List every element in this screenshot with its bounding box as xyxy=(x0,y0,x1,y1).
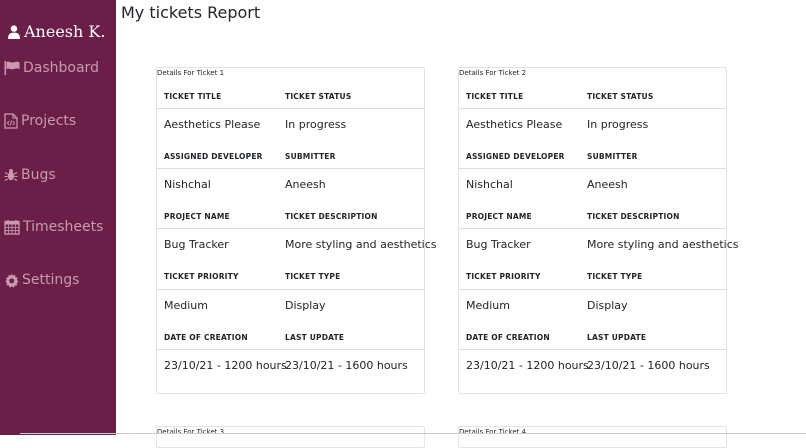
label-last-update: LAST UPDATE xyxy=(587,333,647,342)
ticket-card-1: Details For Ticket 1 TICKET TITLE TICKET… xyxy=(156,67,437,394)
assigned-developer-value: Nishchal xyxy=(164,178,211,191)
sidebar-item-timesheets[interactable]: Timesheets xyxy=(4,219,103,235)
ticket-type-value: Display xyxy=(587,299,628,312)
label-ticket-status: TICKET STATUS xyxy=(587,92,654,101)
label-ticket-priority: TICKET PRIORITY xyxy=(164,272,239,281)
page-title: My tickets Report xyxy=(121,3,261,22)
user-profile[interactable]: Aneesh K. xyxy=(8,22,105,41)
date-of-creation-value: 23/10/21 - 1200 hours xyxy=(164,359,287,372)
last-update-value: 23/10/21 - 1600 hours xyxy=(587,359,710,372)
ticket-description-value: More styling and aesthetics xyxy=(285,238,437,251)
label-ticket-description: TICKET DESCRIPTION xyxy=(587,212,680,221)
sidebar-item-label: Dashboard xyxy=(23,60,99,76)
label-ticket-title: TICKET TITLE xyxy=(466,92,524,101)
label-project-name: PROJECT NAME xyxy=(164,212,230,221)
label-ticket-description: TICKET DESCRIPTION xyxy=(285,212,378,221)
submitter-value: Aneesh xyxy=(285,178,326,191)
row-divider xyxy=(157,289,424,290)
sidebar-item-label: Projects xyxy=(21,113,77,129)
label-ticket-title: TICKET TITLE xyxy=(164,92,222,101)
gear-icon xyxy=(4,272,19,288)
row-divider xyxy=(459,168,726,169)
last-update-value: 23/10/21 - 1600 hours xyxy=(285,359,408,372)
ticket-card-heading: Details For Ticket 1 xyxy=(157,69,225,77)
row-divider xyxy=(157,168,424,169)
ticket-card-2: Details For Ticket 2 TICKET TITLE TICKET… xyxy=(458,67,739,394)
label-ticket-status: TICKET STATUS xyxy=(285,92,352,101)
ticket-status-value: In progress xyxy=(285,118,347,131)
assigned-developer-value: Nishchal xyxy=(466,178,513,191)
label-ticket-priority: TICKET PRIORITY xyxy=(466,272,541,281)
submitter-value: Aneesh xyxy=(587,178,628,191)
label-date-of-creation: DATE OF CREATION xyxy=(466,333,550,342)
project-name-value: Bug Tracker xyxy=(466,238,531,251)
code-file-icon xyxy=(4,113,18,129)
label-ticket-type: TICKET TYPE xyxy=(285,272,341,281)
user-name: Aneesh K. xyxy=(24,22,106,41)
sidebar-item-bugs[interactable]: Bugs xyxy=(4,167,56,183)
page-bottom-border xyxy=(20,433,806,434)
ticket-card-3: Details For Ticket 3 xyxy=(156,426,425,448)
label-submitter: SUBMITTER xyxy=(587,152,638,161)
row-divider xyxy=(459,108,726,109)
sidebar-item-label: Timesheets xyxy=(23,219,104,235)
label-assigned-developer: ASSIGNED DEVELOPER xyxy=(466,152,565,161)
row-divider xyxy=(157,108,424,109)
flag-icon xyxy=(4,61,20,75)
ticket-type-value: Display xyxy=(285,299,326,312)
sidebar-item-settings[interactable]: Settings xyxy=(4,272,79,288)
row-divider xyxy=(459,228,726,229)
label-last-update: LAST UPDATE xyxy=(285,333,345,342)
ticket-title-value: Aesthetics Please xyxy=(164,118,261,131)
label-date-of-creation: DATE OF CREATION xyxy=(164,333,248,342)
ticket-card-heading: Details For Ticket 2 xyxy=(459,69,527,77)
label-assigned-developer: ASSIGNED DEVELOPER xyxy=(164,152,263,161)
sidebar-item-label: Settings xyxy=(22,272,80,288)
label-project-name: PROJECT NAME xyxy=(466,212,532,221)
row-divider xyxy=(157,228,424,229)
label-submitter: SUBMITTER xyxy=(285,152,336,161)
ticket-priority-value: Medium xyxy=(164,299,208,312)
calendar-icon xyxy=(4,219,20,235)
sidebar-item-dashboard[interactable]: Dashboard xyxy=(4,60,99,76)
user-icon xyxy=(8,24,20,39)
row-divider xyxy=(459,289,726,290)
ticket-priority-value: Medium xyxy=(466,299,510,312)
ticket-description-value: More styling and aesthetics xyxy=(587,238,739,251)
sidebar-item-projects[interactable]: Projects xyxy=(4,113,76,129)
label-ticket-type: TICKET TYPE xyxy=(587,272,643,281)
bug-icon xyxy=(4,168,18,182)
sidebar: Aneesh K. Dashboard Projects Bugs Timesh… xyxy=(0,0,116,435)
project-name-value: Bug Tracker xyxy=(164,238,229,251)
sidebar-item-label: Bugs xyxy=(21,167,56,183)
row-divider xyxy=(157,349,424,350)
date-of-creation-value: 23/10/21 - 1200 hours xyxy=(466,359,589,372)
ticket-title-value: Aesthetics Please xyxy=(466,118,563,131)
ticket-status-value: In progress xyxy=(587,118,649,131)
row-divider xyxy=(459,349,726,350)
ticket-card-4: Details For Ticket 4 xyxy=(458,426,727,448)
